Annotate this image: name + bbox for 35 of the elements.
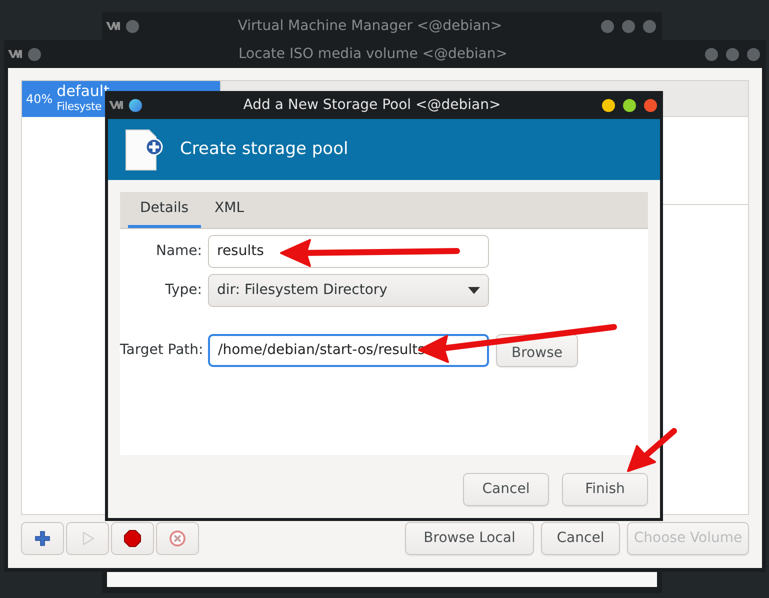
- dropdown[interactable]: dir: Filesystem Directory: [208, 274, 489, 307]
- vm-logo-icon: [8, 50, 22, 58]
- field-label: Target Path:: [120, 341, 202, 360]
- button[interactable]: Cancel: [463, 473, 549, 506]
- close-button[interactable]: [643, 20, 656, 32]
- input-field[interactable]: /home/debian/start-os/results: [208, 334, 489, 367]
- window-title: Add a New Storage Pool <@debian>: [242, 96, 502, 114]
- pool-type: Filesyste: [56, 99, 102, 114]
- stop-button[interactable]: [111, 522, 154, 554]
- button[interactable]: Browse Local: [405, 522, 534, 554]
- tab[interactable]: Details: [128, 192, 201, 228]
- add-button[interactable]: [21, 522, 64, 554]
- dropdown-value: dir: Filesystem Directory: [217, 281, 388, 300]
- vm-logo-icon: [109, 101, 123, 109]
- menu-button[interactable]: [129, 98, 142, 112]
- tab[interactable]: XML: [202, 192, 256, 228]
- field-label: Name:: [154, 242, 202, 261]
- header-title: Create storage pool: [180, 138, 348, 161]
- usage-text: 40%: [26, 91, 53, 108]
- button[interactable]: Finish: [562, 473, 648, 506]
- dropdown-arrow-icon: [468, 287, 480, 294]
- arrow: [627, 428, 677, 472]
- field-label: Type:: [164, 281, 202, 300]
- close-button[interactable]: [747, 48, 760, 60]
- stop-icon: [124, 530, 141, 546]
- plus-icon: [34, 530, 51, 546]
- vm-logo-icon: [106, 22, 120, 30]
- new-document-icon: [125, 128, 163, 170]
- window-title: Locate ISO media volume <@debian>: [238, 44, 508, 64]
- button[interactable]: Cancel: [541, 522, 620, 554]
- maximize-button[interactable]: [623, 98, 636, 112]
- delete-icon: [169, 530, 186, 546]
- close-button[interactable]: [644, 98, 657, 112]
- window-title: Virtual Machine Manager <@debian>: [236, 16, 504, 36]
- minimize-button[interactable]: [602, 98, 615, 112]
